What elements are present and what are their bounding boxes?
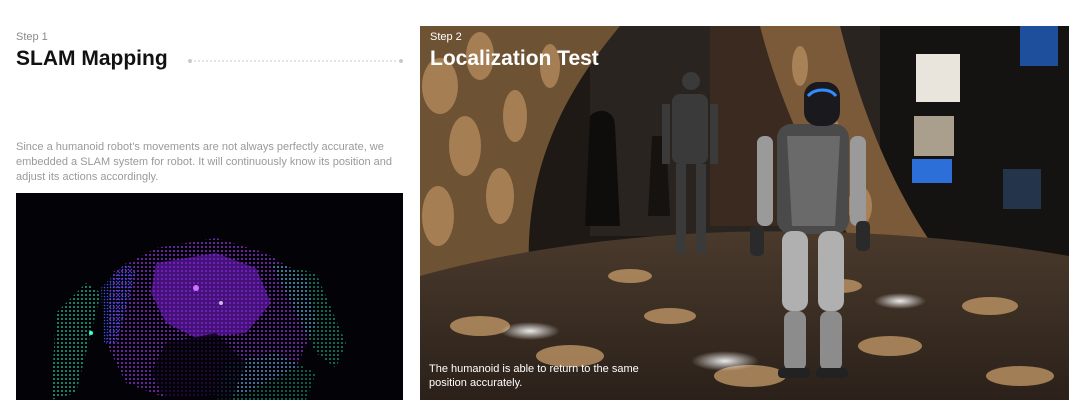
humanoid-robot-scene [420,26,1069,400]
dotted-connector [188,59,403,63]
slam-point-cloud-image [16,193,403,400]
point-cloud-graphic [16,193,403,400]
localization-test-photo: Step 2 Localization Test The humanoid is… [420,26,1069,400]
slam-mapping-title: SLAM Mapping [16,47,168,70]
slam-description: Since a humanoid robot’s movements are n… [16,141,393,183]
photo-caption: The humanoid is able to return to the sa… [429,363,639,389]
localization-test-title: Localization Test [430,47,599,70]
step-2-label: Step 2 [430,31,462,43]
step-1-label: Step 1 [16,31,48,43]
